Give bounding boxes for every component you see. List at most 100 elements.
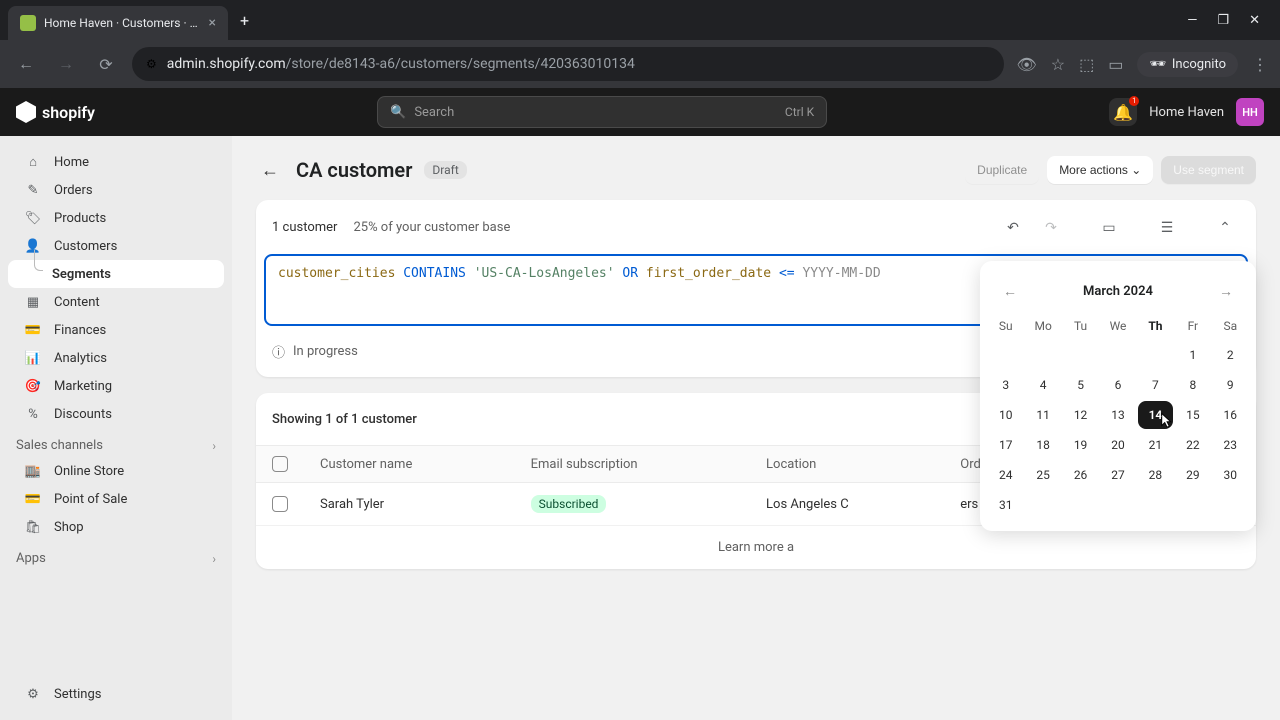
calendar-day-21[interactable]: 21 xyxy=(1138,431,1173,459)
sidebar-item-shop[interactable]: 🛍Shop xyxy=(8,513,224,541)
gear-icon: ⚙ xyxy=(24,685,42,703)
eye-off-icon[interactable]: 👁 xyxy=(1016,55,1036,74)
select-all-checkbox[interactable] xyxy=(272,456,288,472)
sidebar-item-label: Online Store xyxy=(54,464,124,479)
customer-count: 1 customer xyxy=(272,220,337,235)
reload-button[interactable]: ⟳ xyxy=(92,50,120,78)
incognito-badge: 🕶 Incognito xyxy=(1137,52,1238,77)
calendar-day-17[interactable]: 17 xyxy=(988,431,1023,459)
close-window-button[interactable]: ✕ xyxy=(1249,13,1260,28)
calendar-day-6[interactable]: 6 xyxy=(1100,371,1135,399)
learn-more-link[interactable]: Learn more a xyxy=(256,526,1256,569)
collapse-button[interactable]: ⌃ xyxy=(1210,212,1240,242)
forward-button[interactable]: → xyxy=(52,50,80,78)
sidebar-item-point-of-sale[interactable]: 💳Point of Sale xyxy=(8,485,224,513)
tab-close-icon[interactable]: × xyxy=(209,15,216,31)
calendar-day-13[interactable]: 13 xyxy=(1100,401,1135,429)
back-button[interactable]: ← xyxy=(12,50,40,78)
calendar-day-3[interactable]: 3 xyxy=(988,371,1023,399)
calendar-day-18[interactable]: 18 xyxy=(1025,431,1060,459)
avatar[interactable]: HH xyxy=(1236,98,1264,126)
undo-button[interactable]: ↶ xyxy=(998,212,1028,242)
calendar-day-27[interactable]: 27 xyxy=(1100,461,1135,489)
sales-channels-label: Sales channels xyxy=(16,438,103,453)
panel-icon[interactable]: ▭ xyxy=(1108,55,1123,74)
filter-button[interactable]: ☰ xyxy=(1152,212,1182,242)
calendar-day-29[interactable]: 29 xyxy=(1175,461,1210,489)
column-header: Customer name xyxy=(304,446,515,483)
calendar-day-30[interactable]: 30 xyxy=(1213,461,1248,489)
url-bar[interactable]: ⚙ admin.shopify.com/store/de8143-a6/cust… xyxy=(132,47,1004,81)
calendar-day-26[interactable]: 26 xyxy=(1063,461,1098,489)
discounts-icon: % xyxy=(24,405,42,423)
sidebar-item-orders[interactable]: ✎Orders xyxy=(8,176,224,204)
minimize-button[interactable]: — xyxy=(1187,13,1197,28)
sidebar-item-analytics[interactable]: 📊Analytics xyxy=(8,344,224,372)
sidebar-item-finances[interactable]: 💳Finances xyxy=(8,316,224,344)
calendar-day-28[interactable]: 28 xyxy=(1138,461,1173,489)
sidebar-item-online-store[interactable]: 🏬 Online Store xyxy=(8,457,224,485)
calendar-day-2[interactable]: 2 xyxy=(1213,341,1248,369)
sidebar-item-segments[interactable]: Segments xyxy=(8,260,224,288)
calendar-day-7[interactable]: 7 xyxy=(1138,371,1173,399)
notifications-button[interactable]: 🔔 1 xyxy=(1109,98,1137,126)
query-attr: first_order_date xyxy=(646,266,771,281)
calendar-dow: Sa xyxy=(1213,313,1248,339)
query-kw: CONTAINS xyxy=(403,266,466,281)
calendar-day-24[interactable]: 24 xyxy=(988,461,1023,489)
sidebar-item-label: Home xyxy=(54,155,89,170)
sidebar-item-home[interactable]: ⌂Home xyxy=(8,148,224,176)
redo-button[interactable]: ↷ xyxy=(1036,212,1066,242)
back-arrow-button[interactable]: ← xyxy=(256,156,284,184)
template-button[interactable]: ▭ xyxy=(1094,212,1124,242)
browser-tab[interactable]: Home Haven · Customers · Sho × xyxy=(8,6,228,40)
products-icon: 🏷 xyxy=(24,209,42,227)
row-checkbox[interactable] xyxy=(272,496,288,512)
calendar-day-22[interactable]: 22 xyxy=(1175,431,1210,459)
new-tab-button[interactable]: + xyxy=(240,11,249,30)
sidebar-item-marketing[interactable]: 🎯Marketing xyxy=(8,372,224,400)
calendar-day-8[interactable]: 8 xyxy=(1175,371,1210,399)
calendar-day-1[interactable]: 1 xyxy=(1175,341,1210,369)
calendar-day-25[interactable]: 25 xyxy=(1025,461,1060,489)
sales-channels-header[interactable]: Sales channels › xyxy=(0,428,232,457)
calendar-day-11[interactable]: 11 xyxy=(1025,401,1060,429)
kebab-menu-icon[interactable]: ⋮ xyxy=(1252,55,1268,74)
calendar-day-15[interactable]: 15 xyxy=(1175,401,1210,429)
bookmark-icon[interactable]: ☆ xyxy=(1051,55,1065,74)
next-month-button[interactable]: → xyxy=(1214,279,1238,303)
calendar-dow: We xyxy=(1100,313,1135,339)
duplicate-button[interactable]: Duplicate xyxy=(965,156,1039,184)
customer-pct: 25% of your customer base xyxy=(353,220,510,235)
maximize-button[interactable]: ❐ xyxy=(1217,13,1229,28)
channel-icon: 🏬 xyxy=(24,462,42,480)
calendar-day-12[interactable]: 12 xyxy=(1063,401,1098,429)
shopify-logo[interactable]: shopify xyxy=(16,101,95,123)
calendar-day-16[interactable]: 16 xyxy=(1213,401,1248,429)
incognito-icon: 🕶 xyxy=(1149,57,1166,72)
calendar-day-14[interactable]: 14 xyxy=(1138,401,1173,429)
site-info-icon[interactable]: ⚙ xyxy=(146,57,157,71)
calendar-day-10[interactable]: 10 xyxy=(988,401,1023,429)
calendar-day-23[interactable]: 23 xyxy=(1213,431,1248,459)
calendar-day-9[interactable]: 9 xyxy=(1213,371,1248,399)
sidebar-item-products[interactable]: 🏷Products xyxy=(8,204,224,232)
apps-header[interactable]: Apps › xyxy=(0,541,232,570)
sidebar-item-discounts[interactable]: % Discounts xyxy=(8,400,224,428)
table-summary: Showing 1 of 1 customer xyxy=(272,412,417,427)
sidebar-item-settings[interactable]: ⚙ Settings xyxy=(8,680,224,708)
more-actions-button[interactable]: More actions ⌄ xyxy=(1047,156,1153,184)
calendar-day-19[interactable]: 19 xyxy=(1063,431,1098,459)
store-name[interactable]: Home Haven xyxy=(1149,105,1224,120)
calendar-day-20[interactable]: 20 xyxy=(1100,431,1135,459)
extensions-icon[interactable]: ⬚ xyxy=(1079,55,1094,74)
calendar-day-5[interactable]: 5 xyxy=(1063,371,1098,399)
prev-month-button[interactable]: ← xyxy=(998,279,1022,303)
sidebar-item-content[interactable]: ▦Content xyxy=(8,288,224,316)
calendar-day-4[interactable]: 4 xyxy=(1025,371,1060,399)
use-segment-button[interactable]: Use segment xyxy=(1161,156,1256,184)
search-input[interactable]: 🔍 Search Ctrl K xyxy=(377,96,827,128)
info-icon: ⓘ xyxy=(272,342,285,361)
calendar-day-31[interactable]: 31 xyxy=(988,491,1023,519)
sidebar-item-label: Discounts xyxy=(54,407,112,422)
